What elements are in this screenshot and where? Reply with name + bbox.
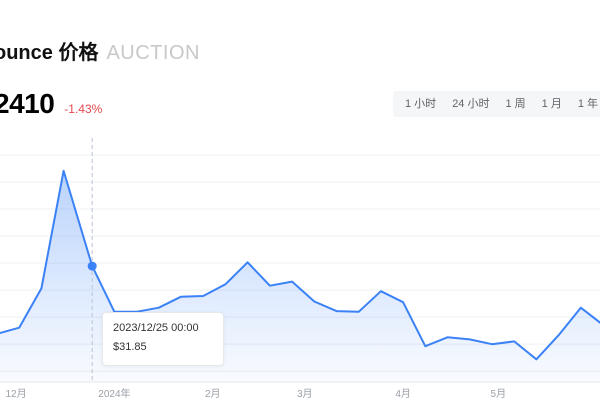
page-header: ounce 价格 AUCTION bbox=[0, 36, 200, 65]
tooltip-value: $31.85 bbox=[113, 341, 147, 353]
x-tick-label: 4月 bbox=[395, 388, 411, 400]
price-area-fill bbox=[0, 170, 600, 382]
x-tick-label: 5月 bbox=[491, 388, 507, 400]
tooltip-date: 2023/12/25 00:00 bbox=[113, 322, 199, 334]
page-title: ounce 价格 bbox=[0, 42, 99, 64]
x-tick-label: 2024年 bbox=[98, 387, 130, 400]
x-tick-label: 2月 bbox=[205, 388, 221, 400]
price-change-badge: -1.43% bbox=[64, 102, 103, 116]
tab-1h[interactable]: 1 小时 bbox=[397, 91, 444, 117]
price-summary: 2410 -1.43% bbox=[0, 88, 102, 120]
hover-point bbox=[87, 261, 97, 271]
tab-24h[interactable]: 24 小时 bbox=[444, 91, 497, 117]
tab-1w[interactable]: 1 周 bbox=[497, 91, 533, 117]
chart-tooltip: 2023/12/25 00:00 $31.85 bbox=[102, 312, 224, 366]
current-price: 2410 bbox=[0, 88, 55, 119]
tab-1y[interactable]: 1 年 bbox=[570, 91, 600, 117]
time-range-selector: 1 小时 24 小时 1 周 1 月 1 年 bbox=[393, 91, 600, 117]
x-tick-label: 3月 bbox=[297, 388, 313, 400]
tab-1m[interactable]: 1 月 bbox=[534, 91, 570, 117]
x-tick-label: 12月 bbox=[5, 388, 26, 400]
ticker-label: AUCTION bbox=[106, 42, 200, 64]
